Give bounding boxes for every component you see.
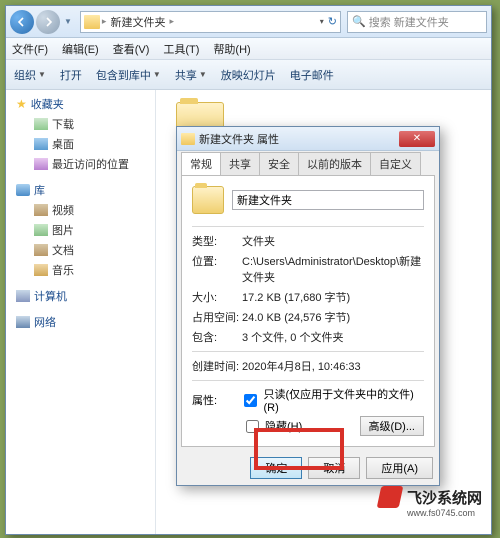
back-button[interactable] <box>10 10 34 34</box>
favorites-header[interactable]: ★收藏夹 <box>16 96 149 112</box>
search-placeholder: 搜索 新建文件夹 <box>369 14 449 30</box>
readonly-checkbox[interactable] <box>244 394 257 407</box>
dialog-titlebar[interactable]: 新建文件夹 属性 ✕ <box>177 127 439 151</box>
brand-icon <box>377 486 404 508</box>
music-icon <box>34 264 48 276</box>
email-button[interactable]: 电子邮件 <box>290 67 334 83</box>
include-library-button[interactable]: 包含到库中▼ <box>96 67 161 83</box>
menu-bar: 文件(F) 编辑(E) 查看(V) 工具(T) 帮助(H) <box>6 38 491 60</box>
dropdown-icon[interactable]: ▾ <box>320 17 324 26</box>
menu-view[interactable]: 查看(V) <box>113 41 150 57</box>
address-bar[interactable]: ▸ 新建文件夹 ▸ ▾ ↻ <box>80 11 341 33</box>
breadcrumb-sep: ▸ <box>169 16 174 27</box>
desktop-icon <box>34 138 48 150</box>
menu-edit[interactable]: 编辑(E) <box>62 41 99 57</box>
recent-icon <box>34 158 48 170</box>
apply-button[interactable]: 应用(A) <box>366 457 433 479</box>
folder-icon <box>84 15 100 29</box>
advanced-button[interactable]: 高级(D)... <box>360 416 424 436</box>
picture-icon <box>34 224 48 236</box>
created-label: 创建时间: <box>192 358 242 374</box>
folder-icon <box>192 186 224 214</box>
network-icon <box>16 316 30 328</box>
sizeondisk-value: 24.0 KB (24,576 字节) <box>242 309 424 325</box>
tab-general[interactable]: 常规 <box>181 152 221 175</box>
toolbar: 组织▼ 打开 包含到库中▼ 共享▼ 放映幻灯片 电子邮件 <box>6 60 491 90</box>
open-button[interactable]: 打开 <box>60 67 82 83</box>
download-icon <box>34 118 48 130</box>
tab-versions[interactable]: 以前的版本 <box>298 152 371 175</box>
contains-value: 3 个文件, 0 个文件夹 <box>242 329 424 345</box>
network-header[interactable]: 网络 <box>16 314 149 330</box>
folder-name-input[interactable]: 新建文件夹 <box>232 190 424 210</box>
search-icon: 🔍 <box>352 15 366 28</box>
divider <box>192 380 424 381</box>
divider <box>192 351 424 352</box>
divider <box>192 226 424 227</box>
type-value: 文件夹 <box>242 233 424 249</box>
computer-header[interactable]: 计算机 <box>16 288 149 304</box>
brand-url: www.fs0745.com <box>407 508 475 518</box>
breadcrumb-segment[interactable]: 新建文件夹 <box>106 14 169 30</box>
tab-strip: 常规 共享 安全 以前的版本 自定义 <box>177 151 439 175</box>
attributes-label: 属性: <box>192 392 240 408</box>
watermark: 飞沙系统网 www.fs0745.com <box>379 486 482 508</box>
sidebar-item-music[interactable]: 音乐 <box>16 260 149 280</box>
ok-button[interactable]: 确定 <box>250 457 302 479</box>
share-button[interactable]: 共享▼ <box>175 67 207 83</box>
menu-file[interactable]: 文件(F) <box>12 41 48 57</box>
location-value: C:\Users\Administrator\Desktop\新建文件夹 <box>242 253 424 285</box>
size-label: 大小: <box>192 289 242 305</box>
brand-name: 飞沙系统网 <box>407 487 482 508</box>
star-icon: ★ <box>16 97 27 111</box>
properties-dialog: 新建文件夹 属性 ✕ 常规 共享 安全 以前的版本 自定义 新建文件夹 类型:文… <box>176 126 440 486</box>
computer-icon <box>16 290 30 302</box>
tab-panel-general: 新建文件夹 类型:文件夹 位置:C:\Users\Administrator\D… <box>181 175 435 447</box>
sizeondisk-label: 占用空间: <box>192 309 242 325</box>
libraries-header[interactable]: 库 <box>16 182 149 198</box>
hidden-checkbox[interactable] <box>246 420 259 433</box>
created-value: 2020年4月8日, 10:46:33 <box>242 358 424 374</box>
document-icon <box>34 244 48 256</box>
library-icon <box>16 184 30 196</box>
type-label: 类型: <box>192 233 242 249</box>
sidebar-item-documents[interactable]: 文档 <box>16 240 149 260</box>
menu-help[interactable]: 帮助(H) <box>213 41 250 57</box>
sidebar-item-desktop[interactable]: 桌面 <box>16 134 149 154</box>
search-input[interactable]: 🔍 搜索 新建文件夹 <box>347 11 487 33</box>
forward-button[interactable] <box>36 10 60 34</box>
video-icon <box>34 204 48 216</box>
menu-tools[interactable]: 工具(T) <box>163 41 199 57</box>
organize-button[interactable]: 组织▼ <box>14 67 46 83</box>
chevron-down-icon[interactable]: ▼ <box>64 17 72 26</box>
dialog-title: 新建文件夹 属性 <box>199 131 399 147</box>
size-value: 17.2 KB (17,680 字节) <box>242 289 424 305</box>
dialog-button-row: 确定 取消 应用(A) <box>177 451 439 485</box>
sidebar: ★收藏夹 下载 桌面 最近访问的位置 库 视频 图片 文档 音乐 计算机 网络 <box>6 90 156 534</box>
folder-icon <box>181 133 195 145</box>
sidebar-item-recent[interactable]: 最近访问的位置 <box>16 154 149 174</box>
hidden-label: 隐藏(H) <box>265 418 302 434</box>
slideshow-button[interactable]: 放映幻灯片 <box>221 67 276 83</box>
nav-bar: ▼ ▸ 新建文件夹 ▸ ▾ ↻ 🔍 搜索 新建文件夹 <box>6 6 491 38</box>
sidebar-item-pictures[interactable]: 图片 <box>16 220 149 240</box>
close-button[interactable]: ✕ <box>399 131 435 147</box>
readonly-label: 只读(仅应用于文件夹中的文件)(R) <box>263 386 424 414</box>
tab-custom[interactable]: 自定义 <box>370 152 421 175</box>
sidebar-item-downloads[interactable]: 下载 <box>16 114 149 134</box>
cancel-button[interactable]: 取消 <box>308 457 360 479</box>
sidebar-item-videos[interactable]: 视频 <box>16 200 149 220</box>
tab-security[interactable]: 安全 <box>259 152 299 175</box>
tab-sharing[interactable]: 共享 <box>220 152 260 175</box>
contains-label: 包含: <box>192 329 242 345</box>
location-label: 位置: <box>192 253 242 285</box>
refresh-icon[interactable]: ↻ <box>328 15 337 28</box>
